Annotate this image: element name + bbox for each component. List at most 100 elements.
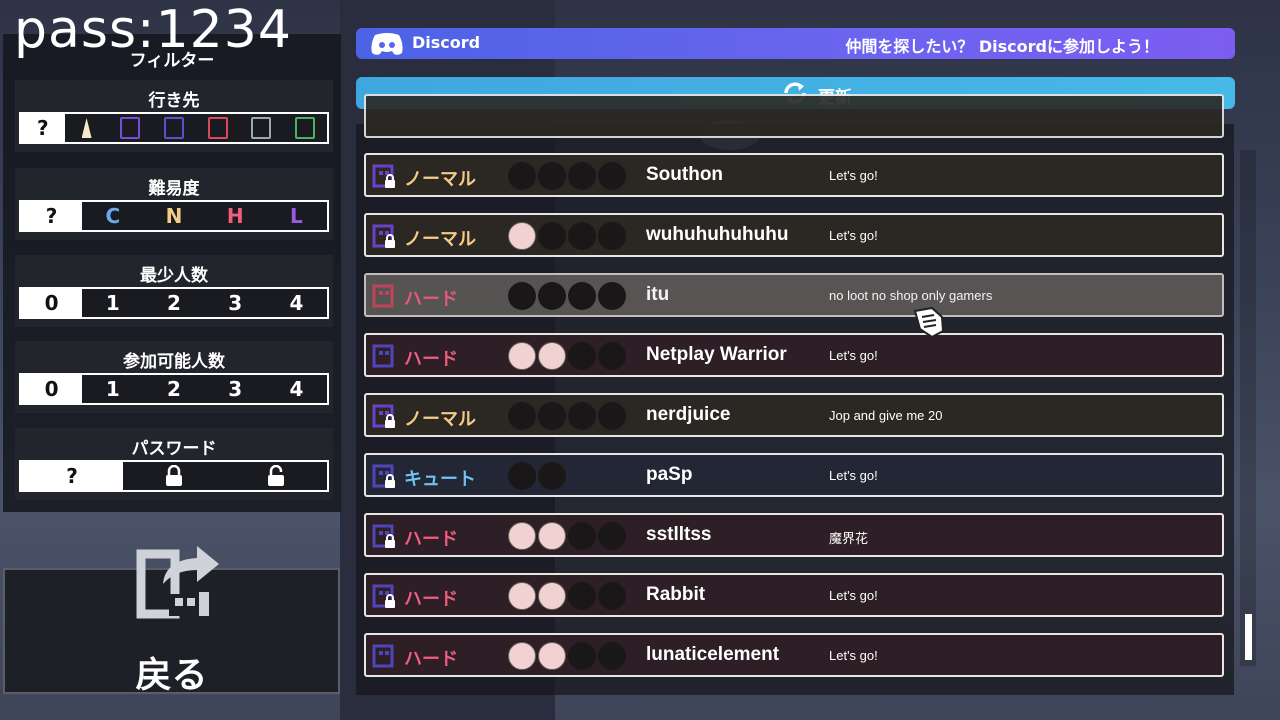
player-avatar	[508, 222, 536, 250]
room-message: Let's go!	[829, 468, 878, 483]
lock-icon	[166, 465, 182, 486]
destination-blue-machine[interactable]	[152, 114, 196, 142]
filter-password: パスワード ?	[15, 428, 333, 500]
difficulty-hard[interactable]: H	[205, 202, 266, 230]
back-label: 戻る	[135, 655, 208, 696]
discord-banner[interactable]: Discord 仲間を探したい？ Discordに参加しよう！	[356, 28, 1235, 59]
lighthouse-icon	[81, 118, 92, 138]
blue-machine-stage-icon	[372, 644, 398, 674]
scrollbar-thumb[interactable]	[1245, 614, 1252, 660]
difficulty-any[interactable]: ?	[21, 202, 83, 230]
empty-slot	[538, 282, 566, 310]
red-door-stage-icon	[372, 284, 398, 314]
destination-options: ?	[19, 112, 329, 144]
house-icon	[251, 117, 272, 139]
empty-slot	[568, 222, 596, 250]
room-row[interactable]: ハード sstlltss 魔界花	[364, 513, 1224, 557]
room-name: sstlltss	[646, 524, 712, 545]
room-row-partial[interactable]	[364, 94, 1224, 138]
joinable-players-0[interactable]: 0	[21, 375, 83, 403]
joinable-players-3[interactable]: 3	[205, 375, 266, 403]
lock-icon	[385, 474, 395, 488]
room-name: nerdjuice	[646, 404, 731, 425]
room-row[interactable]: ハード lunaticelement Let's go!	[364, 633, 1224, 677]
room-message: no loot no shop only gamers	[829, 288, 993, 303]
empty-slot	[568, 162, 596, 190]
joinable-players-4[interactable]: 4	[266, 375, 327, 403]
room-difficulty: ノーマル	[404, 169, 476, 190]
room-name: lunaticelement	[646, 644, 780, 665]
empty-slot	[508, 282, 536, 310]
empty-slot	[538, 462, 566, 490]
blue-machine-stage-icon	[372, 584, 398, 614]
player-slots	[508, 222, 626, 250]
room-message: Let's go!	[829, 648, 878, 663]
password-unlocked[interactable]	[225, 462, 327, 490]
destination-green-tower[interactable]	[283, 114, 327, 142]
room-difficulty: ノーマル	[404, 409, 476, 430]
password-any[interactable]: ?	[21, 462, 123, 490]
filter-destination: 行き先 ?	[15, 80, 333, 152]
room-row[interactable]: ノーマル nerdjuice Jop and give me 20	[364, 393, 1224, 437]
difficulty-cute[interactable]: C	[82, 202, 143, 230]
empty-slot	[538, 402, 566, 430]
min-players-1[interactable]: 1	[82, 289, 143, 317]
password-locked[interactable]	[123, 462, 225, 490]
room-row[interactable]: ノーマル wuhuhuhuhuhu Let's go!	[364, 213, 1224, 257]
empty-slot	[598, 642, 626, 670]
filter-panel: フィルター 行き先 ? 難易度 ? C N H L 最少人数 0 1 2 3 4…	[3, 34, 341, 512]
min-players-3[interactable]: 3	[205, 289, 266, 317]
empty-slot	[568, 402, 596, 430]
destination-house[interactable]	[240, 114, 284, 142]
empty-slot	[538, 222, 566, 250]
destination-purple-grid[interactable]	[108, 114, 152, 142]
player-avatar	[538, 522, 566, 550]
joinable-players-1[interactable]: 1	[82, 375, 143, 403]
password-overlay-text: pass:1234	[14, 0, 292, 60]
room-difficulty: ハード	[404, 289, 458, 310]
password-options: ?	[19, 460, 329, 492]
destination-any[interactable]: ?	[21, 114, 65, 142]
empty-slot	[568, 282, 596, 310]
room-name: itu	[646, 284, 670, 305]
empty-slot	[598, 282, 626, 310]
room-row[interactable]: ノーマル Southon Let's go!	[364, 153, 1224, 197]
room-difficulty: キュート	[404, 469, 476, 490]
joinable-players-2[interactable]: 2	[143, 375, 204, 403]
empty-slot	[568, 642, 596, 670]
destination-lighthouse[interactable]	[64, 114, 109, 142]
room-name: Rabbit	[646, 584, 706, 605]
player-slots	[508, 282, 626, 310]
difficulty-normal[interactable]: N	[143, 202, 204, 230]
room-message: Let's go!	[829, 588, 878, 603]
player-slots	[508, 402, 626, 430]
discord-logo-icon	[371, 33, 403, 55]
player-slots	[508, 342, 626, 370]
back-button[interactable]: 戻る	[3, 546, 340, 696]
room-message: Let's go!	[829, 228, 878, 243]
player-slots	[508, 522, 626, 550]
scrollbar-track[interactable]	[1240, 150, 1256, 666]
min-players-4[interactable]: 4	[266, 289, 327, 317]
room-row[interactable]: キュート paSp Let's go!	[364, 453, 1224, 497]
room-row[interactable]: ハード itu no loot no shop only gamers	[364, 273, 1224, 317]
min-players-options: 0 1 2 3 4	[19, 287, 329, 319]
room-name: paSp	[646, 464, 693, 485]
blue-machine-stage-icon	[372, 524, 398, 554]
difficulty-options: ? C N H L	[19, 200, 329, 232]
player-avatar	[508, 342, 536, 370]
player-slots	[508, 162, 626, 190]
min-players-0[interactable]: 0	[21, 289, 83, 317]
machine-icon	[164, 117, 185, 139]
empty-slot	[508, 462, 536, 490]
empty-slot	[568, 582, 596, 610]
difficulty-lunatic[interactable]: L	[266, 202, 327, 230]
player-avatar	[508, 522, 536, 550]
lock-icon	[385, 534, 395, 548]
room-row[interactable]: ハード Rabbit Let's go!	[364, 573, 1224, 617]
room-row[interactable]: ハード Netplay Warrior Let's go!	[364, 333, 1224, 377]
purple-grid-icon	[120, 117, 141, 139]
destination-red-door[interactable]	[196, 114, 240, 142]
min-players-2[interactable]: 2	[143, 289, 204, 317]
player-slots	[508, 582, 626, 610]
